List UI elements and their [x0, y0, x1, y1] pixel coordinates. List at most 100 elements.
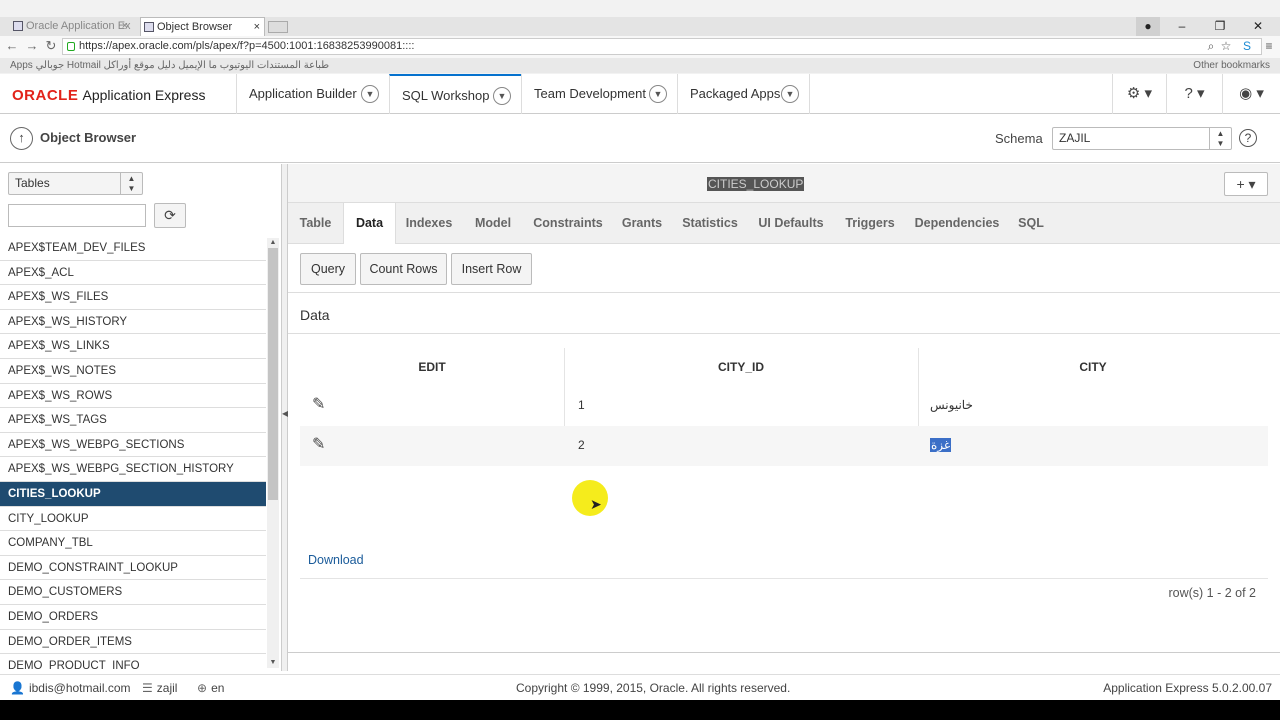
tab-constraints[interactable]: Constraints	[524, 203, 612, 244]
nav-tab-label: Team Development	[534, 86, 646, 101]
tab-triggers[interactable]: Triggers	[834, 203, 906, 244]
profile-icon[interactable]: ●	[1136, 17, 1160, 36]
region-title: Data	[300, 307, 330, 323]
footer-user[interactable]: 👤 ibdis@hotmail.com	[10, 681, 131, 695]
nav-tab-team-development[interactable]: Team Development ▼	[521, 74, 677, 114]
new-tab-button[interactable]	[268, 21, 288, 33]
column-header-city-id[interactable]: CITY_ID	[564, 348, 918, 386]
list-item[interactable]: DEMO_CUSTOMERS	[0, 580, 266, 605]
tab-grants[interactable]: Grants	[612, 203, 672, 244]
object-name: CITIES_LOOKUP	[707, 177, 805, 191]
address-bar[interactable]: https://apex.oracle.com/pls/apex/f?p=450…	[62, 38, 1262, 55]
tab-table[interactable]: Table	[288, 203, 343, 244]
chevron-down-icon[interactable]: ▼	[493, 87, 511, 105]
footer-language[interactable]: ⊕ en	[197, 681, 224, 695]
close-tab-icon[interactable]: ×	[122, 17, 128, 36]
globe-icon: ⊕	[197, 681, 208, 695]
list-item[interactable]: DEMO_ORDERS	[0, 605, 266, 630]
object-filter-input[interactable]	[8, 204, 146, 227]
user-menu-icon[interactable]: ◉ ▾	[1222, 74, 1280, 114]
close-window-button[interactable]: ✕	[1240, 17, 1276, 36]
admin-menu-icon[interactable]: ⚙ ▾	[1112, 74, 1166, 114]
star-icon[interactable]: ☆	[1219, 39, 1233, 53]
close-tab-icon[interactable]: ×	[254, 18, 260, 36]
chevron-down-icon[interactable]: ▼	[361, 85, 379, 103]
list-item[interactable]: DEMO_CONSTRAINT_LOOKUP	[0, 556, 266, 581]
download-link[interactable]: Download	[308, 553, 364, 567]
list-item[interactable]: APEX$_WS_ROWS	[0, 384, 266, 409]
forward-icon[interactable]: →	[24, 38, 40, 54]
chevron-down-icon[interactable]: ▼	[781, 85, 799, 103]
maximize-button[interactable]: ❐	[1202, 17, 1238, 36]
tab-sql[interactable]: SQL	[1008, 203, 1054, 244]
nav-tab-sql-workshop[interactable]: SQL Workshop ▼	[389, 74, 521, 114]
edit-icon[interactable]: ✎	[312, 437, 330, 453]
tab-ui-defaults[interactable]: UI Defaults	[748, 203, 834, 244]
scroll-down-icon[interactable]: ▼	[268, 659, 278, 666]
list-item[interactable]: COMPANY_TBL	[0, 531, 266, 556]
query-button[interactable]: Query	[300, 253, 356, 285]
list-item[interactable]: APEX$_WS_WEBPG_SECTION_HISTORY	[0, 457, 266, 482]
nav-tab-packaged-apps[interactable]: Packaged Apps ▼	[677, 74, 810, 114]
schema-value: ZAJIL	[1059, 131, 1091, 145]
menu-icon[interactable]: ≡	[1262, 39, 1276, 53]
bookmarks-items[interactable]: Apps جوبالي Hotmail طباعة المستندات اليو…	[10, 58, 329, 73]
list-item[interactable]: APEX$_WS_HISTORY	[0, 310, 266, 335]
schema-select[interactable]: ZAJIL ▲ ▼	[1052, 127, 1232, 150]
column-header-city[interactable]: CITY	[918, 348, 1268, 386]
data-actions: Query Count Rows Insert Row	[288, 244, 1280, 293]
object-detail: CITIES_LOOKUP + ▾ Table Data Indexes Mod…	[288, 164, 1280, 671]
tab-indexes[interactable]: Indexes	[396, 203, 462, 244]
list-item[interactable]: APEX$_ACL	[0, 261, 266, 286]
tab-dependencies[interactable]: Dependencies	[906, 203, 1008, 244]
list-item[interactable]: APEX$_WS_TAGS	[0, 408, 266, 433]
tab-data[interactable]: Data	[343, 203, 396, 244]
column-header-edit[interactable]: EDIT	[300, 348, 564, 386]
chevron-down-icon[interactable]: ▼	[649, 85, 667, 103]
help-menu-icon[interactable]: ? ▾	[1166, 74, 1222, 114]
reload-icon[interactable]: ↻	[43, 38, 59, 54]
tab-statistics[interactable]: Statistics	[672, 203, 748, 244]
url-text: https://apex.oracle.com/pls/apex/f?p=450…	[79, 40, 415, 52]
footer-workspace[interactable]: ☰ zajil	[142, 681, 177, 695]
edit-icon[interactable]: ✎	[312, 397, 330, 413]
skype-icon[interactable]: S	[1240, 39, 1254, 53]
help-icon[interactable]: ?	[1239, 129, 1257, 147]
scroll-up-icon[interactable]: ▲	[268, 239, 278, 246]
oracle-apex-logo[interactable]: ORACLE Application Express	[12, 86, 205, 105]
list-item[interactable]: APEX$_WS_LINKS	[0, 334, 266, 359]
tab-model[interactable]: Model	[462, 203, 524, 244]
cell-city-id: 2	[578, 438, 585, 452]
object-sidebar: Tables ▲ ▼ ⟳ APEX$TEAM_DEV_FILES APEX$_AC…	[0, 164, 282, 671]
insert-row-button[interactable]: Insert Row	[451, 253, 532, 285]
list-item[interactable]: APEX$_WS_WEBPG_SECTIONS	[0, 433, 266, 458]
object-type-select[interactable]: Tables ▲ ▼	[8, 172, 143, 195]
list-item-selected[interactable]: CITIES_LOOKUP	[0, 481, 266, 507]
count-rows-button[interactable]: Count Rows	[360, 253, 447, 285]
list-item[interactable]: APEX$_WS_FILES	[0, 285, 266, 310]
list-item[interactable]: DEMO_ORDER_ITEMS	[0, 630, 266, 655]
zoom-icon[interactable]: ⌕	[1204, 39, 1218, 53]
user-icon: 👤	[10, 681, 25, 695]
up-arrow-icon[interactable]: ↑	[10, 127, 33, 150]
product-text: Application Express	[82, 87, 206, 103]
bookmarks-bar: Apps جوبالي Hotmail طباعة المستندات اليو…	[0, 58, 1280, 73]
list-item[interactable]: APEX$_WS_NOTES	[0, 359, 266, 384]
back-icon[interactable]: ←	[4, 38, 20, 54]
cell-city: غزة	[930, 438, 952, 452]
browser-tab-object-browser[interactable]: Object Browser ×	[140, 17, 265, 36]
other-bookmarks[interactable]: Other bookmarks	[1193, 58, 1270, 73]
schema-label: Schema	[995, 131, 1043, 146]
nav-tab-label: Packaged Apps	[690, 86, 781, 101]
data-region-header: Data	[288, 294, 1280, 334]
minimize-button[interactable]: –	[1164, 17, 1200, 36]
nav-tab-label: Application Builder	[249, 86, 357, 101]
create-object-button[interactable]: + ▾	[1224, 172, 1268, 196]
list-item[interactable]: DEMO_PRODUCT_INFO	[0, 654, 266, 669]
nav-tab-application-builder[interactable]: Application Builder ▼	[236, 74, 389, 114]
browser-tab-apex[interactable]: Oracle Application Ex ×	[10, 17, 132, 36]
scrollbar-thumb[interactable]	[268, 248, 278, 500]
refresh-icon[interactable]: ⟳	[154, 203, 186, 228]
list-item[interactable]: CITY_LOOKUP	[0, 507, 266, 532]
list-item[interactable]: APEX$TEAM_DEV_FILES	[0, 236, 266, 261]
